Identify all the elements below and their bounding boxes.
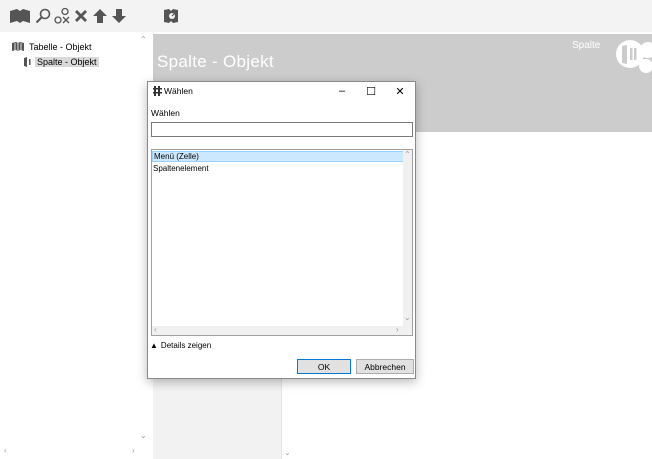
column-icon: [24, 57, 32, 67]
tree-item-label: Tabelle - Objekt: [29, 42, 92, 52]
list-item[interactable]: Spaltenelement: [152, 163, 405, 174]
header-label: Spalte: [572, 40, 601, 51]
close-icon: ✕: [395, 85, 405, 98]
column-logo-icon: [608, 36, 652, 76]
dialog-label: Wählen: [151, 108, 180, 118]
list-horizontal-scrollbar[interactable]: ‹ ›: [152, 326, 405, 335]
object-tree: Tabelle - Objekt Spalte - Objekt ⌃ ⌄ ‹ ›: [0, 34, 150, 459]
scroll-down-icon[interactable]: ⌄: [284, 449, 291, 457]
list-vertical-scrollbar[interactable]: ⌃ ⌄: [403, 150, 412, 335]
move-up-icon[interactable]: [91, 6, 109, 26]
minimize-button[interactable]: –: [328, 83, 356, 99]
scroll-down-icon[interactable]: ⌄: [404, 314, 411, 322]
details-toggle[interactable]: ▲ Details zeigen: [150, 340, 211, 351]
grid-icon: [153, 86, 163, 96]
ok-button[interactable]: OK: [297, 359, 351, 374]
replace-icon[interactable]: [53, 6, 71, 26]
tree-item-label: Spalte - Objekt: [35, 57, 99, 67]
search-input[interactable]: [151, 122, 413, 137]
options-list[interactable]: Menü (Zelle) Spaltenelement ⌃ ⌄ ‹ ›: [151, 149, 413, 336]
snippet-icon[interactable]: [160, 6, 182, 26]
dialog-titlebar[interactable]: Wählen – ☐ ✕: [148, 82, 415, 100]
delete-icon[interactable]: [72, 6, 90, 26]
dialog-title: Wählen: [164, 86, 193, 96]
list-item[interactable]: Menü (Zelle): [152, 151, 405, 162]
scroll-right-icon[interactable]: ›: [396, 326, 399, 334]
maximize-button[interactable]: ☐: [357, 83, 385, 99]
scroll-left-icon[interactable]: ‹: [4, 447, 7, 455]
scroll-right-icon[interactable]: ›: [132, 447, 135, 455]
tree-item-table[interactable]: Tabelle - Objekt: [12, 40, 94, 54]
table-icon: [12, 42, 24, 52]
scroll-up-icon[interactable]: ⌃: [404, 151, 411, 159]
page-title: Spalte - Objekt: [157, 52, 274, 71]
close-button[interactable]: ✕: [386, 83, 414, 99]
tree-item-column[interactable]: Spalte - Objekt: [24, 55, 99, 69]
maximize-icon: ☐: [366, 85, 376, 98]
search-icon[interactable]: [34, 6, 52, 26]
scroll-left-icon[interactable]: ‹: [154, 326, 157, 334]
chevron-up-icon: ▲: [150, 341, 158, 350]
details-toggle-label: Details zeigen: [160, 341, 212, 350]
tree-horizontal-scrollbar[interactable]: ‹ ›: [0, 444, 150, 457]
cancel-button[interactable]: Abbrechen: [356, 359, 414, 374]
scrollbar-corner: [403, 326, 412, 335]
scroll-down-icon[interactable]: ⌄: [140, 432, 147, 440]
minimize-icon: –: [338, 85, 346, 97]
move-down-icon[interactable]: [110, 6, 128, 26]
toolbar: [0, 0, 652, 32]
scroll-up-icon[interactable]: ⌃: [140, 36, 147, 44]
table-icon[interactable]: [8, 6, 32, 26]
choose-dialog: Wählen – ☐ ✕ Wählen Menü (Zelle) Spalten…: [147, 81, 416, 379]
